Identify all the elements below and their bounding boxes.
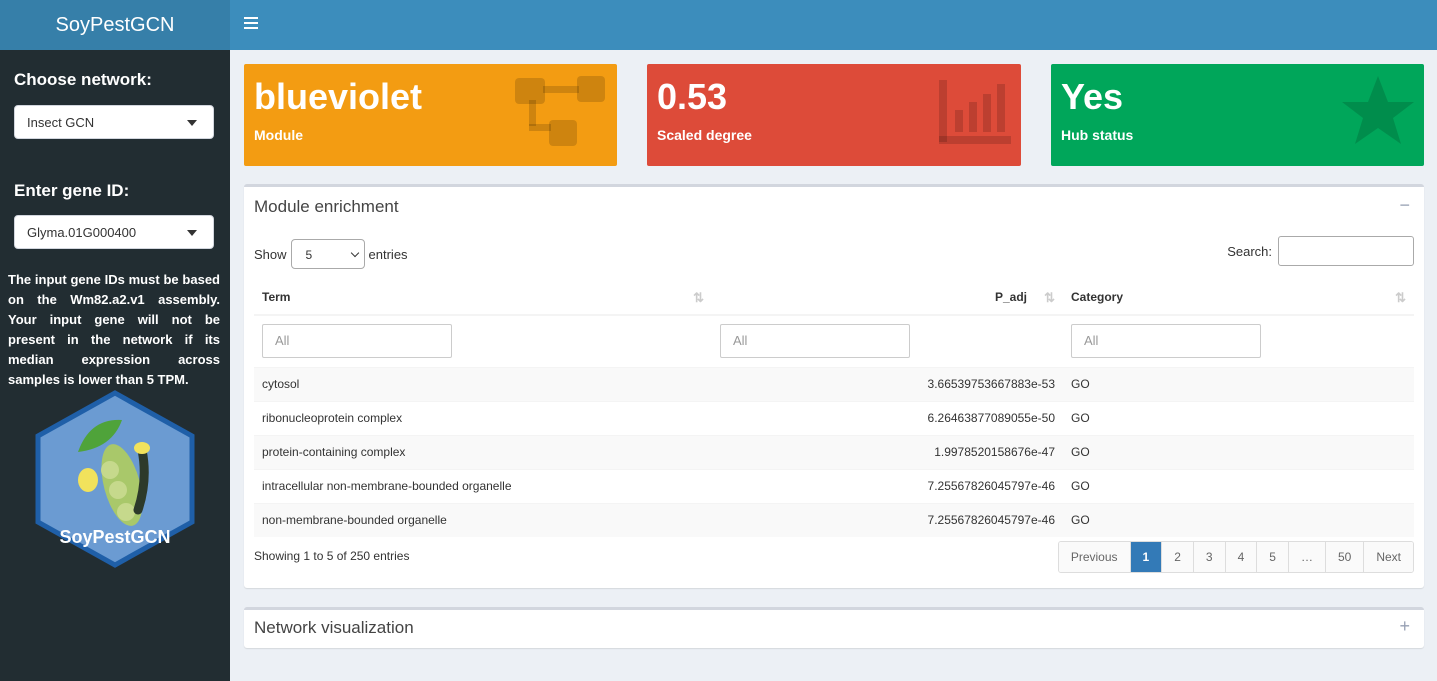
expand-plus-icon[interactable]: + — [1399, 616, 1410, 637]
module-enrichment-title: Module enrichment — [254, 197, 399, 216]
network-label: Choose network: — [14, 70, 152, 89]
term-cell: intracellular non-membrane-bounded organ… — [254, 468, 712, 503]
column-header-padj[interactable]: P_adj ⇅ — [712, 279, 1063, 316]
network-visualization-title: Network visualization — [254, 618, 414, 637]
network-visualization-box: Network visualization + — [244, 607, 1424, 648]
network-select-value: Insect GCN — [27, 115, 95, 130]
logo-text: SoyPestGCN — [59, 527, 170, 547]
hub-value-box: Yes Hub status — [1051, 64, 1424, 166]
hub-label: Hub status — [1061, 127, 1134, 143]
app-logo-title[interactable]: SoyPestGCN — [0, 0, 230, 50]
term-cell: cytosol — [254, 366, 712, 401]
sort-icon: ⇅ — [1395, 290, 1406, 305]
term-cell: non-membrane-bounded organelle — [254, 502, 712, 537]
gene-select-value: Glyma.01G000400 — [27, 225, 137, 240]
table-row[interactable]: cytosol 3.66539753667883e-53 GO — [254, 366, 1414, 401]
network-select[interactable]: Insect GCN — [14, 105, 214, 139]
page-ellipsis: … — [1287, 542, 1325, 572]
category-cell: GO — [1063, 366, 1414, 401]
padj-cell: 7.25567826045797e-46 — [712, 468, 1063, 503]
table-row[interactable]: protein-containing complex 1.99785201586… — [254, 434, 1414, 469]
hub-value: Yes — [1061, 76, 1124, 117]
table-search: Search: — [1227, 236, 1414, 266]
page-button-2[interactable]: 2 — [1161, 542, 1193, 572]
page-button-5[interactable]: 5 — [1256, 542, 1288, 572]
sort-icon: ⇅ — [693, 290, 704, 305]
degree-label: Scaled degree — [657, 127, 752, 143]
page-button-50[interactable]: 50 — [1324, 542, 1364, 572]
column-header-term[interactable]: Term ⇅ — [254, 279, 712, 316]
table-info: Showing 1 to 5 of 250 entries — [254, 549, 410, 563]
caret-down-icon — [187, 230, 197, 236]
category-cell: GO — [1063, 502, 1414, 537]
entries-label: entries — [368, 246, 408, 262]
page-button-3[interactable]: 3 — [1192, 542, 1225, 572]
degree-value-box: 0.53 Scaled degree — [647, 64, 1021, 166]
module-value: blueviolet — [254, 76, 423, 117]
search-input[interactable] — [1278, 236, 1414, 266]
table-row[interactable]: non-membrane-bounded organelle 7.2556782… — [254, 502, 1414, 537]
sort-icon: ⇅ — [1044, 290, 1055, 305]
table-row[interactable]: intracellular non-membrane-bounded organ… — [254, 468, 1414, 503]
category-filter-input[interactable]: All — [1071, 324, 1261, 359]
length-control: Show 5 entries — [254, 239, 408, 269]
gene-label: Enter gene ID: — [14, 181, 130, 200]
column-header-category[interactable]: Category ⇅ — [1063, 279, 1414, 316]
category-cell: GO — [1063, 400, 1414, 435]
enrichment-table: Term ⇅ P_adj ⇅ Category ⇅ All All All cytos… — [254, 279, 1414, 537]
padj-filter-input[interactable]: All — [720, 324, 910, 359]
category-cell: GO — [1063, 468, 1414, 503]
star-icon — [1342, 76, 1414, 144]
previous-page-button[interactable]: Previous — [1058, 542, 1130, 572]
padj-cell: 6.26463877089055e-50 — [712, 400, 1063, 435]
page-button-4[interactable]: 4 — [1224, 542, 1257, 572]
next-page-button[interactable]: Next — [1363, 542, 1413, 572]
bar-chart-icon — [939, 80, 1011, 144]
term-cell: ribonucleoprotein complex — [254, 400, 712, 435]
search-label: Search: — [1227, 243, 1272, 259]
show-label: Show — [254, 246, 287, 262]
category-cell: GO — [1063, 434, 1414, 469]
top-navbar — [230, 0, 1437, 50]
sidebar: Choose network: Insect GCN Enter gene ID… — [0, 50, 230, 681]
padj-cell: 1.9978520158676e-47 — [712, 434, 1063, 469]
term-cell: protein-containing complex — [254, 434, 712, 469]
table-row[interactable]: ribonucleoprotein complex 6.264638770890… — [254, 400, 1414, 435]
page-button-1[interactable]: 1 — [1129, 542, 1162, 572]
module-value-box: blueviolet Module — [244, 64, 617, 166]
soypestgcn-logo-icon: SoyPestGCN — [35, 390, 195, 568]
page-length-select[interactable]: 5 — [290, 239, 365, 269]
module-enrichment-box: Module enrichment − Show 5 entries Searc… — [244, 184, 1424, 588]
gene-note: The input gene IDs must be based on the … — [8, 272, 220, 387]
gene-select[interactable]: Glyma.01G000400 — [14, 215, 214, 249]
module-label: Module — [254, 127, 303, 143]
sidebar-toggle-icon[interactable] — [244, 17, 258, 31]
padj-cell: 7.25567826045797e-46 — [712, 502, 1063, 537]
chevron-down-icon — [350, 248, 359, 258]
page-length-value: 5 — [305, 248, 313, 262]
caret-down-icon — [187, 120, 197, 126]
padj-cell: 3.66539753667883e-53 — [712, 366, 1063, 401]
pagination: Previous 1 2 3 4 5 … 50 Next — [1057, 541, 1414, 573]
degree-value: 0.53 — [657, 76, 728, 117]
collapse-minus-icon[interactable]: − — [1399, 195, 1410, 216]
term-filter-input[interactable]: All — [262, 324, 452, 359]
sitemap-icon — [515, 76, 605, 146]
